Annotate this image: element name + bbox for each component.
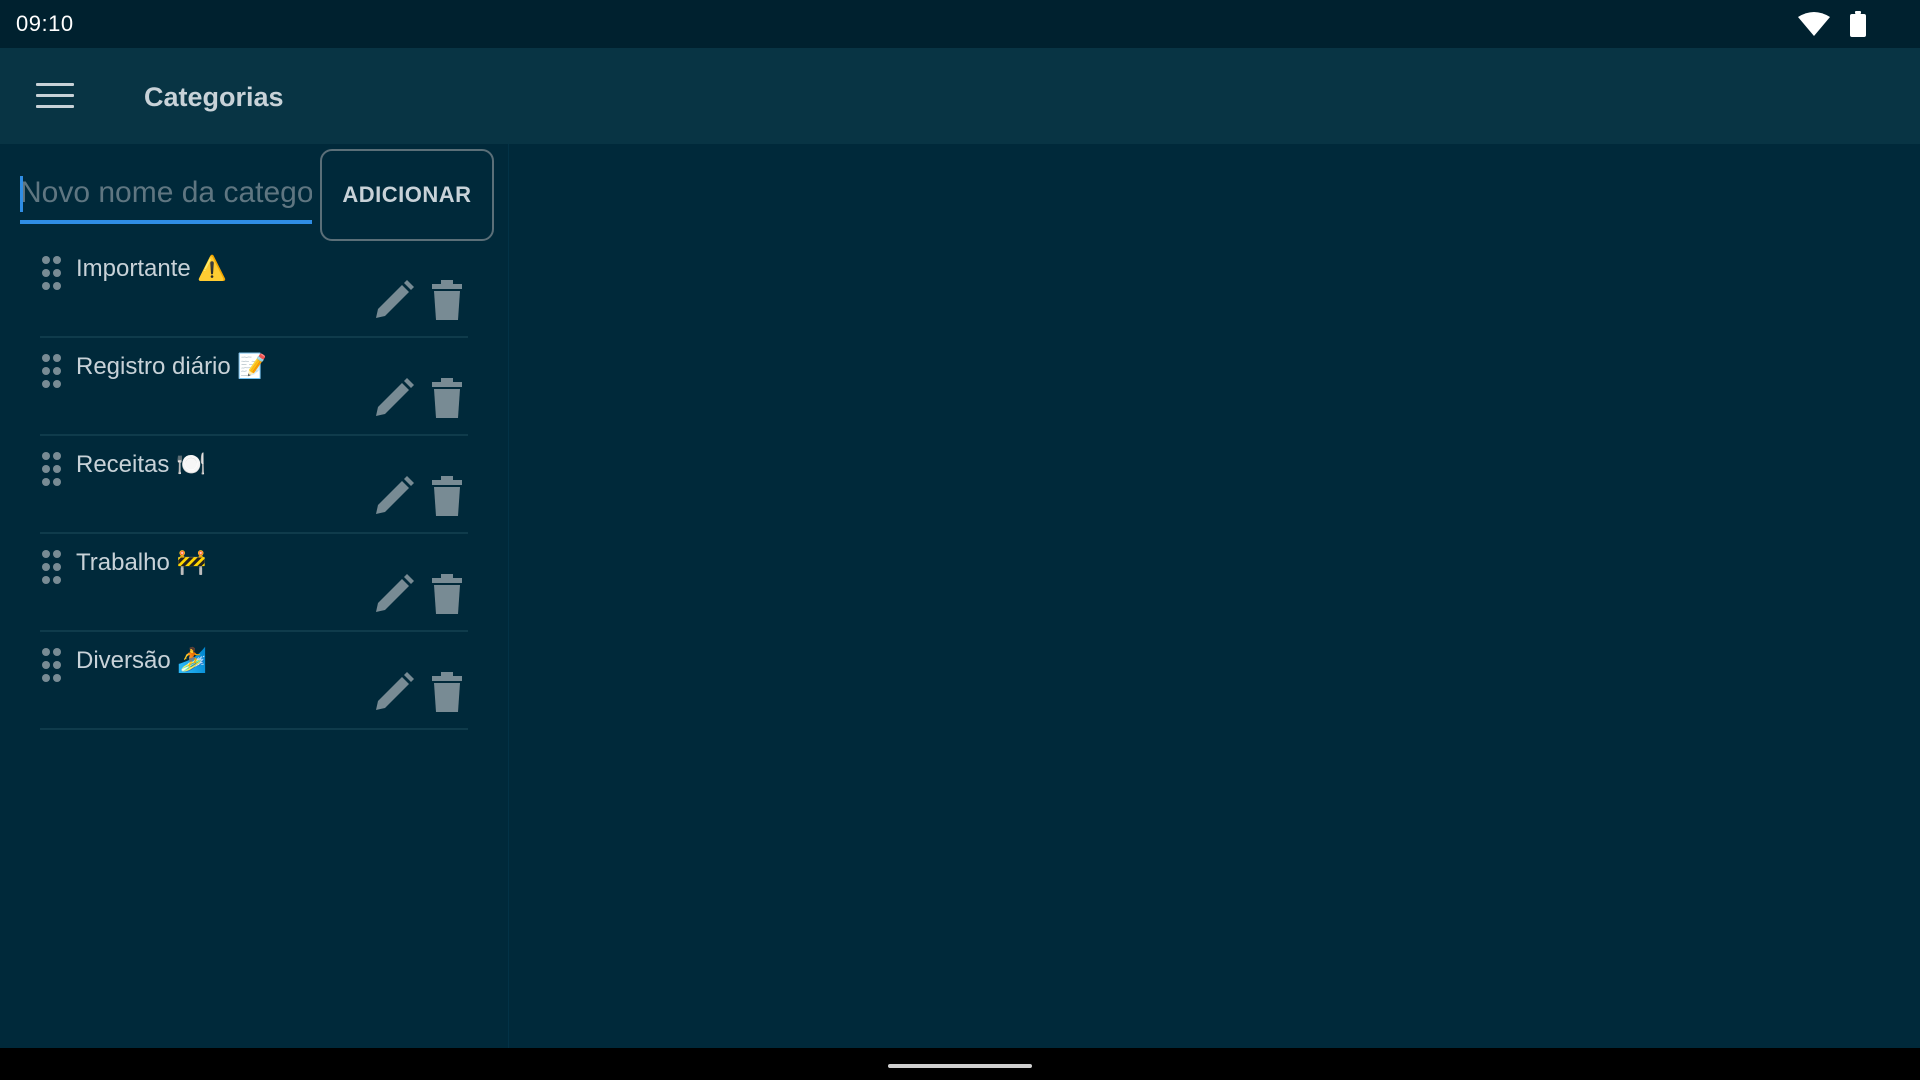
text-caret <box>20 176 23 212</box>
menu-icon[interactable] <box>36 81 74 111</box>
new-category-input[interactable] <box>20 168 312 218</box>
delete-icon[interactable] <box>432 476 462 516</box>
status-time: 09:10 <box>16 11 74 36</box>
delete-icon[interactable] <box>432 574 462 614</box>
drag-handle-icon[interactable] <box>42 256 64 290</box>
category-list: Importante ⚠️ Registro diário 📝 Receitas… <box>40 240 468 730</box>
category-item: Trabalho 🚧 <box>40 534 468 632</box>
category-name: Registro diário 📝 <box>76 353 268 380</box>
page-title: Categorias <box>144 82 284 112</box>
app-bar: Categorias <box>0 48 1920 144</box>
category-name: Receitas 🍽️ <box>76 451 206 478</box>
category-name: Diversão 🏄 <box>76 647 208 674</box>
edit-icon[interactable] <box>374 574 414 614</box>
add-category-button[interactable]: ADICIONAR <box>320 149 494 241</box>
category-item: Receitas 🍽️ <box>40 436 468 534</box>
category-name: Importante ⚠️ <box>76 255 228 282</box>
category-input-wrap <box>20 168 312 224</box>
drag-handle-icon[interactable] <box>42 452 64 486</box>
category-name: Trabalho 🚧 <box>76 549 207 576</box>
delete-icon[interactable] <box>432 280 462 320</box>
drag-handle-icon[interactable] <box>42 648 64 682</box>
category-item: Registro diário 📝 <box>40 338 468 436</box>
drag-handle-icon[interactable] <box>42 354 64 388</box>
delete-icon[interactable] <box>432 672 462 712</box>
drag-handle-icon[interactable] <box>42 550 64 584</box>
delete-icon[interactable] <box>432 378 462 418</box>
navigation-bar <box>0 1048 1920 1080</box>
edit-icon[interactable] <box>374 476 414 516</box>
status-bar: 09:10 <box>0 0 1920 48</box>
categories-panel: ADICIONAR Importante ⚠️ <box>0 144 509 1048</box>
wifi-icon <box>1798 12 1830 36</box>
category-item: Diversão 🏄 <box>40 632 468 730</box>
edit-icon[interactable] <box>374 280 414 320</box>
category-item: Importante ⚠️ <box>40 240 468 338</box>
battery-icon <box>1850 11 1866 37</box>
edit-icon[interactable] <box>374 378 414 418</box>
home-indicator[interactable] <box>888 1064 1032 1068</box>
edit-icon[interactable] <box>374 672 414 712</box>
